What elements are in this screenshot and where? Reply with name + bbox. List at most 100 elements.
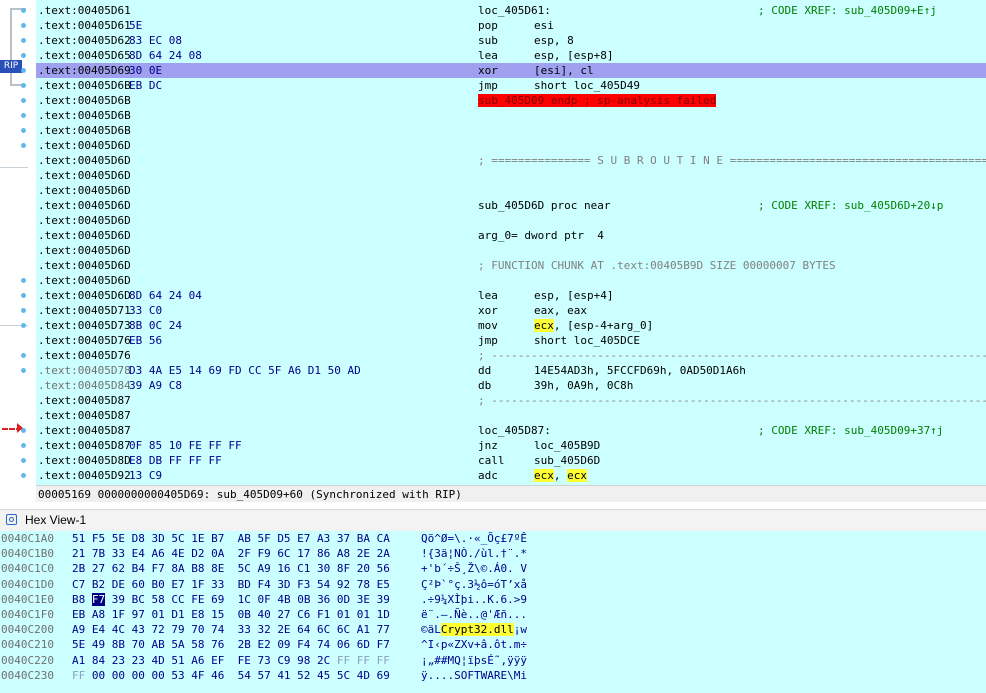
hex-ascii[interactable]: +'b´÷Š¸Ž\©.Á0. V [421,561,527,576]
hex-bytes[interactable]: 51 F5 5E D8 3D 5C 1E B7 AB 5F D5 E7 A3 3… [72,531,390,546]
disasm-row[interactable]: .text:00405D6B EB DC jmp short loc_405D49 [36,78,986,93]
disasm-row[interactable]: .text:00405D65 8D 64 24 08 lea esp, [esp+8] [36,48,986,63]
hex-ascii[interactable]: Qõ^Ø=\.·«_Õç£7ºÊ [421,531,527,546]
ascii-text: Ç²Þ`°ç.3½ô=óT’xå [421,577,527,591]
disasm-row[interactable]: .text:00405D87 [36,408,986,423]
breakpoint-dot-icon[interactable] [21,143,26,148]
hex-row[interactable]: 0040C210 5E 49 8B 70 AB 5A 58 76 2B E2 09… [0,637,986,652]
disasm-row[interactable]: .text:00405D61 loc_405D61: ; CODE XREF: su… [36,3,986,18]
hex-row[interactable]: 0040C200 A9 E4 4C 43 72 79 70 74 33 32 2E… [0,622,986,637]
hex-row[interactable]: 0040C1A0 51 F5 5E D8 3D 5C 1E B7 AB 5F D5… [0,531,986,546]
hex-row[interactable]: 0040C230 FF 00 00 00 00 53 4F 46 54 57 41… [0,668,986,683]
highlighted-string[interactable]: Crypt32.dll [440,623,514,637]
hex-view[interactable]: 0040C1A0 51 F5 5E D8 3D 5C 1E B7 AB 5F D5… [0,531,986,693]
xref-comment[interactable]: ; CODE XREF: sub_405D6D+20↓p [758,198,943,213]
hex-row[interactable]: 0040C1E0 B8 F7 39 BC 58 CC FE 69 1C 0F 4B… [0,592,986,607]
disasm-row[interactable]: .text:00405D76 ; ------------------------… [36,348,986,363]
disasm-row[interactable]: .text:00405D62 83 EC 08 sub esp, 8 [36,33,986,48]
disasm-row[interactable]: .text:00405D73 8B 0C 24 mov ecx, [esp-4+arg… [36,318,986,333]
breakpoint-dot-icon[interactable] [21,368,26,373]
hex-ascii[interactable]: Ç²Þ`°ç.3½ô=óT’xå [421,577,527,592]
highlighted-register[interactable]: ecx [534,319,554,332]
hex-bytes[interactable]: A9 E4 4C 43 72 79 70 74 33 32 2E 64 6C 6… [72,622,390,637]
hex-ascii[interactable]: ÿ....SOFTWARE\Mi [421,668,527,683]
hex-view-tab[interactable]: Hex View-1 [0,509,986,532]
hex-bytes[interactable]: A1 84 23 23 4D 51 A6 EF FE 73 C9 98 2C F… [72,653,390,668]
hex-bytes[interactable]: B8 F7 39 BC 58 CC FE 69 1C 0F 4B 0B 36 0… [72,592,390,607]
disasm-row[interactable]: .text:00405D87 0F 85 10 FE FF FF jnz loc_40… [36,438,986,453]
hex-view-title: Hex View-1 [25,513,87,527]
hex-ascii[interactable]: ^I‹p«ZXv+â.ôt.m÷ [421,637,527,652]
breakpoint-dot-icon[interactable] [21,128,26,133]
disasm-row[interactable]: .text:00405D6D [36,183,986,198]
disasm-row[interactable]: .text:00405D76 EB 56 jmp short loc_405DCE [36,333,986,348]
disasm-row[interactable]: .text:00405D6D arg_0= dword ptr 4 [36,228,986,243]
disasm-row[interactable]: .text:00405D6B [36,123,986,138]
hex-row[interactable]: 0040C1B0 21 7B 33 E4 A6 4E D2 0A 2F F9 6C… [0,546,986,561]
disasm-row[interactable]: .text:00405D78 D3 4A E5 14 69 FD CC 5F A6… [36,363,986,378]
breakpoint-dot-icon[interactable] [21,443,26,448]
breakpoint-dot-icon[interactable] [21,98,26,103]
disasm-row[interactable]: .text:00405D6D [36,168,986,183]
breakpoint-dot-icon[interactable] [21,53,26,58]
hex-row[interactable]: 0040C1F0 EB A8 1F 97 01 D1 E8 15 0B 40 27… [0,607,986,622]
xref-comment[interactable]: ; CODE XREF: sub_405D09+37↑j [758,423,943,438]
disasm-row[interactable]: .text:00405D6D ; =============== S U B R … [36,153,986,168]
hex-bytes[interactable]: 21 7B 33 E4 A6 4E D2 0A 2F F9 6C 17 86 A… [72,546,390,561]
disasm-row[interactable]: .text:00405D84 39 A9 C8 db 39h, 0A9h, 0C8h [36,378,986,393]
hex-address: 0040C1F0 [1,607,54,621]
disasm-row[interactable]: .text:00405D87 loc_405D87: ; CODE XREF: su… [36,423,986,438]
disasm-row[interactable]: .text:00405D6D [36,273,986,288]
breakpoint-dot-icon[interactable] [21,458,26,463]
hex-bytes[interactable]: EB A8 1F 97 01 D1 E8 15 0B 40 27 C6 F1 0… [72,607,390,622]
ascii-text: ^I‹p«ZXv+â.ôt.m÷ [421,638,527,652]
disasm-row[interactable]: .text:00405D71 33 C0 xor eax, eax [36,303,986,318]
hex-bytes[interactable]: 2B 27 62 B4 F7 8A B8 8E 5C A9 16 C1 30 8… [72,561,390,576]
highlighted-register[interactable]: ecx [567,469,587,482]
breakpoint-dot-icon[interactable] [21,23,26,28]
hex-ascii[interactable]: !{3ä¦NÒ./ùl.†¨.* [421,546,527,561]
hex-bytes[interactable]: FF 00 00 00 00 53 4F 46 54 57 41 52 45 5… [72,668,390,683]
breakpoint-dot-icon[interactable] [21,8,26,13]
disasm-row[interactable]: .text:00405D6D [36,243,986,258]
current-instruction-row[interactable]: .text:00405D69 30 0E xor [esi], cl [36,63,986,78]
breakpoint-dot-icon[interactable] [21,83,26,88]
hex-row[interactable]: 0040C1C0 2B 27 62 B4 F7 8A B8 8E 5C A9 16… [0,561,986,576]
disasm-row[interactable]: .text:00405D6B sub_405D09 endp ; sp-analy… [36,93,986,108]
disasm-row[interactable]: .text:00405D6D [36,138,986,153]
disasm-row[interactable]: .text:00405D6D 8D 64 24 04 lea esp, [esp+4] [36,288,986,303]
highlighted-register[interactable]: ecx [534,469,554,482]
disasm-row[interactable]: .text:00405D61 5E pop esi [36,18,986,33]
hex-row[interactable]: 0040C1D0 C7 B2 DE 60 B0 E7 1F 33 BD F4 3D… [0,577,986,592]
hex-ascii[interactable]: ©äLCrypt32.dll¡w [421,622,527,637]
breakpoint-dot-icon[interactable] [21,38,26,43]
breakpoint-dot-icon[interactable] [21,428,26,433]
disasm-row[interactable]: .text:00405D6D ; FUNCTION CHUNK AT .text:… [36,258,986,273]
disasm-text-content: ; FUNCTION CHUNK AT .text:00405B9D SIZE … [478,259,836,272]
disasm-row[interactable]: .text:00405D87 ; ------------------------… [36,393,986,408]
hex-bytes[interactable]: 5E 49 8B 70 AB 5A 58 76 2B E2 09 F4 74 0… [72,637,390,652]
disasm-row[interactable]: .text:00405D8D E8 DB FF FF FF call sub_405D… [36,453,986,468]
disasm-address: .text:00405D76 [38,334,131,347]
breakpoint-dot-icon[interactable] [21,473,26,478]
disasm-row[interactable]: .text:00405D6D sub_405D6D proc near ; CODE… [36,198,986,213]
hex-row[interactable]: 0040C220 A1 84 23 23 4D 51 A6 EF FE 73 C9… [0,653,986,668]
breakpoint-dot-icon[interactable] [21,68,26,73]
breakpoint-dot-icon[interactable] [21,278,26,283]
breakpoint-dot-icon[interactable] [21,308,26,313]
disasm-row[interactable]: .text:00405D92 13 C9 adc ecx, ecx [36,468,986,483]
disassembly-view[interactable]: RIP .text:00405D61 loc_405D61: ; CODE XREF… [0,0,986,485]
xref-comment[interactable]: ; CODE XREF: sub_405D09+E↑j [758,3,937,18]
disasm-row[interactable]: .text:00405D6D [36,213,986,228]
breakpoint-dot-icon[interactable] [21,323,26,328]
breakpoint-dot-icon[interactable] [21,293,26,298]
hex-ascii[interactable]: ë¨.—.Ñè..@'Æñ... [421,607,527,622]
disasm-address: .text:00405D6B [38,79,131,92]
selected-byte[interactable]: F7 [91,592,106,606]
hex-ascii[interactable]: .÷9¼XÌþi..K.6.>9 [421,592,527,607]
disasm-row[interactable]: .text:00405D6B [36,108,986,123]
hex-bytes[interactable]: C7 B2 DE 60 B0 E7 1F 33 BD F4 3D F3 54 9… [72,577,390,592]
breakpoint-dot-icon[interactable] [21,353,26,358]
hex-ascii[interactable]: ¡„##MQ¦ïþsÉ˜,ÿÿÿ [421,653,527,668]
breakpoint-dot-icon[interactable] [21,113,26,118]
